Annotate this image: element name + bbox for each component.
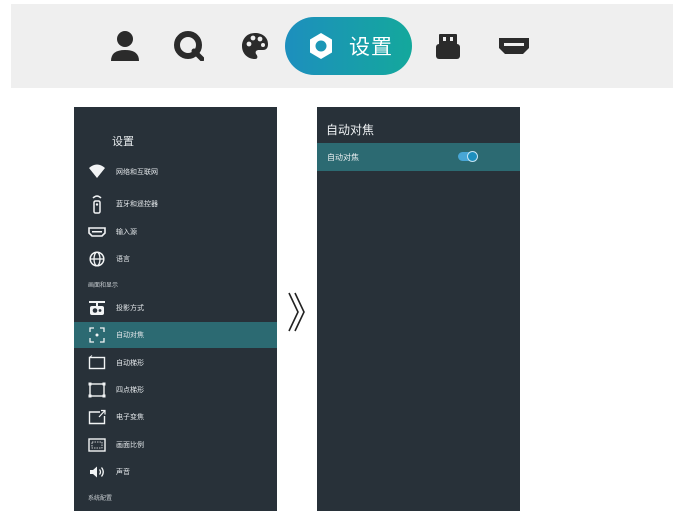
detail-panel-title: 自动对焦 [326,123,375,137]
projector-icon [88,299,106,317]
navigation-arrow-icon [286,290,308,334]
remote-icon [88,195,106,214]
section-display-header: 画面和显示 [88,282,119,289]
person-icon[interactable] [107,28,143,64]
settings-menu-panel: 设置 网络和互联网 蓝牙和遥控器 输入源 语言 画面和显示 投影方式 自动对焦 … [74,107,277,511]
menu-item-four-point-keystone[interactable]: 四点梯形 [74,377,277,403]
settings-menu-title: 设置 [112,135,134,148]
menu-item-language[interactable]: 语言 [74,246,277,272]
globe-icon [88,250,106,268]
menu-item-label: 自动对焦 [116,331,144,339]
search-icon[interactable] [171,28,207,64]
menu-item-sound[interactable]: 声音 [74,459,277,485]
auto-keystone-icon [88,354,106,372]
autofocus-setting-label: 自动对焦 [327,153,359,162]
hdmi-icon[interactable] [496,28,532,64]
settings-tab-label: 设置 [349,35,393,59]
autofocus-setting-row[interactable]: 自动对焦 [317,143,520,171]
settings-icon [307,32,335,60]
menu-item-projection-mode[interactable]: 投影方式 [74,295,277,321]
menu-item-label: 投影方式 [116,304,144,312]
menu-item-network[interactable]: 网络和互联网 [74,159,277,185]
menu-item-label: 输入源 [116,228,137,236]
menu-item-label: 电子变焦 [116,413,144,421]
menu-item-digital-zoom[interactable]: 电子变焦 [74,404,277,430]
settings-tab[interactable]: 设置 [285,17,412,75]
autofocus-icon [88,326,106,344]
input-source-icon [88,223,106,241]
menu-item-label: 声音 [116,468,130,476]
menu-item-auto-keystone[interactable]: 自动梯形 [74,350,277,376]
menu-item-label: 语言 [116,255,130,263]
usb-icon[interactable] [430,28,466,64]
toggle-knob [467,151,478,162]
digital-zoom-icon [88,408,106,426]
palette-icon[interactable] [237,28,273,64]
speaker-icon [88,463,106,481]
menu-item-label: 画面比例 [116,441,144,449]
menu-item-bluetooth-remote[interactable]: 蓝牙和遥控器 [74,191,277,217]
top-nav-bar: 设置 [11,4,673,88]
menu-item-aspect-ratio[interactable]: 画面比例 [74,432,277,458]
menu-item-label: 网络和互联网 [116,168,158,176]
wifi-icon [88,163,106,181]
menu-item-input-source[interactable]: 输入源 [74,219,277,245]
menu-item-label: 四点梯形 [116,386,144,394]
section-system-header: 系统配置 [88,495,113,502]
autofocus-toggle[interactable] [458,151,478,162]
menu-item-label: 自动梯形 [116,359,144,367]
menu-item-label: 蓝牙和遥控器 [116,200,158,208]
autofocus-detail-panel: 自动对焦 自动对焦 [317,107,520,511]
menu-item-autofocus[interactable]: 自动对焦 [74,322,277,348]
aspect-ratio-icon [88,436,106,454]
four-point-keystone-icon [88,381,106,399]
